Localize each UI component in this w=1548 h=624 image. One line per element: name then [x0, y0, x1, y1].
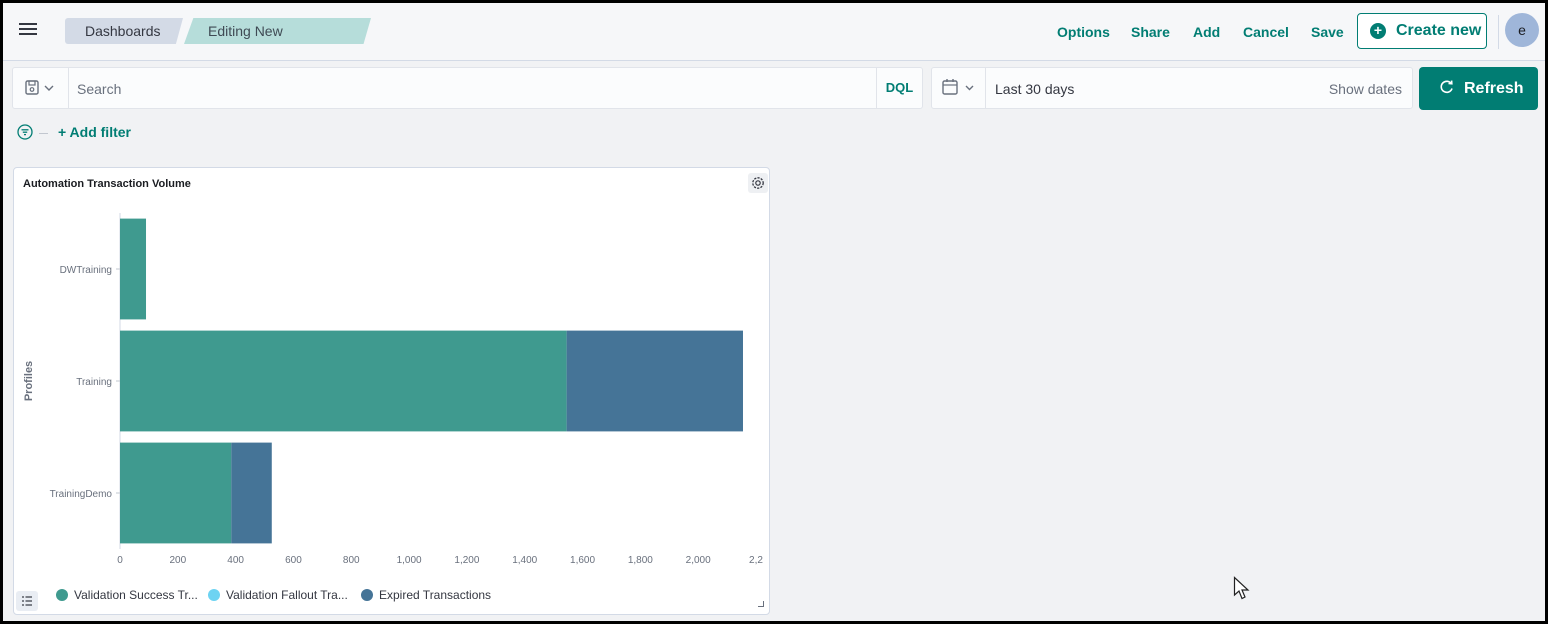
mouse-cursor-icon [1233, 576, 1250, 600]
plus-circle-icon: + [1370, 23, 1386, 39]
share-link[interactable]: Share [1131, 24, 1170, 40]
show-dates-link[interactable]: Show dates [1329, 81, 1402, 97]
y-tick-label: DWTraining [60, 265, 112, 276]
bar-Training-series-2[interactable] [566, 330, 743, 432]
header-divider [1498, 15, 1499, 49]
x-tick-label: 2,000 [686, 555, 711, 566]
bar-DWTraining-series-0[interactable] [120, 218, 147, 320]
avatar[interactable]: e [1505, 13, 1539, 47]
x-tick-label: 800 [343, 555, 360, 566]
breadcrumb-dashboards[interactable]: Dashboards [65, 18, 183, 44]
x-tick-label: 1,400 [512, 555, 537, 566]
y-tick-label: Training [76, 377, 112, 388]
y-axis-title: Profiles [23, 361, 35, 401]
create-new-button[interactable]: + Create new [1357, 13, 1487, 49]
bar-chart: DWTraining Training TrainingDemo 0 200 400 600… [23, 213, 763, 566]
date-picker: Last 30 days Show dates [931, 67, 1413, 109]
x-tick-label: 600 [285, 555, 302, 566]
resize-handle[interactable] [758, 601, 764, 607]
legend-item-success[interactable]: Validation Success Tr... [56, 588, 198, 602]
breadcrumb-current: Editing New Dashboard [184, 18, 371, 44]
options-link[interactable]: Options [1057, 24, 1110, 40]
refresh-button[interactable]: Refresh [1419, 67, 1538, 110]
legend-dot-success [56, 589, 68, 601]
quick-select-button[interactable] [932, 68, 986, 108]
bar-Training-series-0[interactable] [120, 330, 567, 432]
add-link[interactable]: Add [1193, 24, 1220, 40]
x-tick-label: 1,800 [628, 555, 653, 566]
refresh-icon [1440, 80, 1453, 94]
legend-label-fallout: Validation Fallout Tra... [226, 588, 348, 602]
date-range-text[interactable]: Last 30 days [995, 81, 1074, 97]
add-filter-link[interactable]: + Add filter [58, 124, 131, 140]
saved-query-button[interactable] [13, 68, 69, 108]
y-tick-label: TrainingDemo [50, 489, 113, 500]
bar-TrainingDemo-series-0[interactable] [120, 442, 232, 544]
calendar-icon [942, 79, 974, 95]
x-tick-label: 1,200 [454, 555, 479, 566]
refresh-label: Refresh [1464, 80, 1524, 97]
filter-divider [39, 133, 48, 134]
query-bar: Search DQL [12, 67, 923, 109]
legend-item-fallout[interactable]: Validation Fallout Tra... [208, 588, 348, 602]
legend-toggle-button[interactable] [16, 591, 38, 611]
x-tick-label: 200 [169, 555, 186, 566]
bar-TrainingDemo-series-2[interactable] [231, 442, 272, 544]
menu-icon[interactable] [17, 20, 39, 42]
query-language-button[interactable]: DQL [876, 68, 922, 108]
cancel-link[interactable]: Cancel [1243, 24, 1289, 40]
top-header: Dashboards Editing New Dashboard Options… [3, 3, 1545, 61]
search-input[interactable]: Search [77, 81, 121, 97]
create-new-label: Create new [1396, 22, 1482, 39]
save-link[interactable]: Save [1311, 24, 1344, 40]
save-icon [25, 80, 54, 95]
legend-label-expired: Expired Transactions [379, 588, 492, 602]
filter-icon[interactable] [17, 124, 35, 142]
x-tick-label: 400 [227, 555, 244, 566]
app-window: Dashboards Editing New Dashboard Options… [0, 0, 1548, 624]
x-tick-label: 2,2 [749, 555, 763, 566]
visualization-panel: Automation Transaction Volume DWTraining… [13, 167, 770, 615]
legend-item-expired[interactable]: Expired Transactions [361, 588, 491, 602]
x-tick-label: 0 [117, 555, 123, 566]
legend-dot-fallout [208, 589, 220, 601]
list-icon [22, 596, 32, 606]
x-tick-label: 1,000 [397, 555, 422, 566]
legend-label-success: Validation Success Tr... [74, 588, 198, 602]
x-tick-label: 1,600 [570, 555, 595, 566]
legend-dot-expired [361, 589, 373, 601]
